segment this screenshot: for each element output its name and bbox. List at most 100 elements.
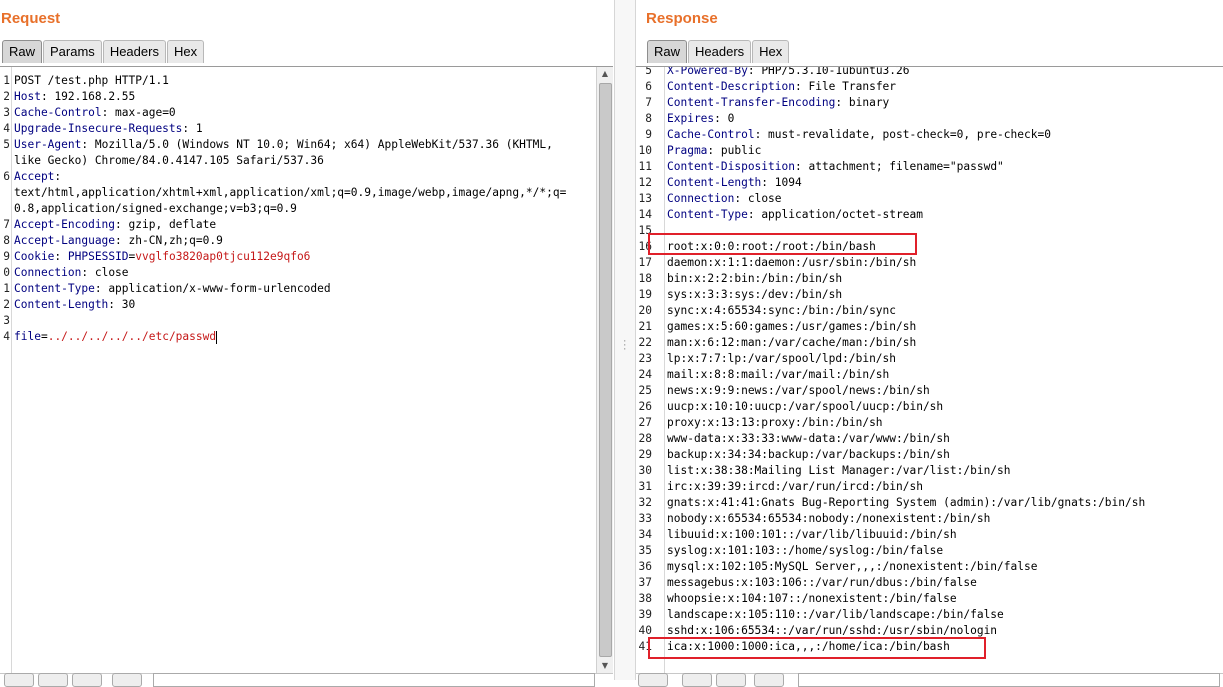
line-content: proxy:x:13:13:proxy:/bin:/bin/sh (667, 415, 883, 431)
help-button[interactable] (4, 673, 34, 687)
code-line: 8 Expires: 0 (636, 111, 1205, 127)
code-line: 31 irc:x:39:39:ircd:/var/run/ircd:/bin/sh (636, 479, 1205, 495)
line-content: Accept-Language: zh-CN,zh;q=0.9 (14, 233, 223, 249)
response-title: Response (646, 10, 718, 27)
header-value: public (714, 144, 762, 157)
line-content: 0.8,application/signed-exchange;v=b3;q=0… (14, 201, 297, 217)
header-value: attachment; filename="passwd" (801, 160, 1004, 173)
previous-button[interactable] (682, 673, 712, 687)
code-line: 25 news:x:9:9:news:/var/spool/news:/bin/s… (636, 383, 1205, 399)
line-content: User-Agent: Mozilla/5.0 (Windows NT 10.0… (14, 137, 553, 153)
header-name: Content-Length (14, 298, 109, 311)
help-button[interactable] (638, 673, 668, 687)
tab-hex[interactable]: Hex (166, 40, 205, 63)
response-panel: Response Raw Headers Hex 5 X-Powered-By: PH… (636, 0, 1223, 687)
code-line: 34 libuuid:x:100:101::/var/lib/libuuid:/b… (636, 527, 1205, 543)
header-value: PHP/5.3.10-1ubuntu3.26 (754, 66, 910, 77)
line-number: 22 (638, 336, 652, 349)
next-button[interactable] (754, 673, 784, 687)
response-tabs: Raw Headers Hex (647, 40, 790, 64)
previous-button[interactable] (38, 673, 68, 687)
header-value (61, 250, 68, 263)
line-number: 7 (3, 218, 10, 231)
line-number: 23 (638, 352, 652, 365)
scroll-up-icon[interactable]: ▲ (597, 67, 613, 81)
line-content: Host: 192.168.2.55 (14, 89, 135, 105)
request-editor[interactable]: 1 POST /test.php HTTP/1.1 2 Host: 192.168.2… (0, 66, 613, 674)
line-content: text/html,application/xhtml+xml,applicat… (14, 185, 566, 201)
line-content: news:x:9:9:news:/var/spool/news:/bin/sh (667, 383, 930, 399)
response-search-input[interactable] (798, 673, 1220, 687)
line-number: 14 (638, 208, 652, 221)
split-pane-divider[interactable]: · · · (614, 0, 636, 680)
response-editor[interactable]: 5 X-Powered-By: PHP/5.3.10-1ubuntu3.26 6 Co… (636, 66, 1223, 674)
line-text: like Gecko) Chrome/84.0.4147.105 Safari/… (14, 154, 324, 167)
line-number: 1 (3, 282, 10, 295)
code-line: 18 bin:x:2:2:bin:/bin:/bin/sh (636, 271, 1205, 287)
header-name: Cache-Control (14, 106, 102, 119)
highlight-box-root (648, 233, 917, 255)
line-number: 30 (638, 464, 652, 477)
header-colon: : (54, 170, 62, 183)
line-text: 0.8,application/signed-exchange;v=b3;q=0… (14, 202, 297, 215)
code-line: 6 Content-Description: File Transfer (636, 79, 1205, 95)
line-content: Cache-Control: max-age=0 (14, 105, 176, 121)
line-text: mysql:x:102:105:MySQL Server,,,:/nonexis… (667, 560, 1038, 573)
line-number: 8 (3, 234, 10, 247)
code-line: 7 Content-Transfer-Encoding: binary (636, 95, 1205, 111)
line-number: 21 (638, 320, 652, 333)
line-number: 4 (3, 122, 10, 135)
code-line: 11 Content-Disposition: attachment; filen… (636, 159, 1205, 175)
line-number: 32 (638, 496, 652, 509)
tab-hex[interactable]: Hex (752, 40, 790, 63)
request-search-input[interactable] (153, 673, 595, 687)
response-lines: 5 X-Powered-By: PHP/5.3.10-1ubuntu3.26 6 Co… (636, 66, 1205, 655)
line-text: gnats:x:41:41:Gnats Bug-Reporting System… (667, 496, 1146, 509)
code-line: 27 proxy:x:13:13:proxy:/bin:/bin/sh (636, 415, 1205, 431)
header-value: File Transfer (801, 80, 897, 93)
request-scrollbar[interactable]: ▲ ▼ (596, 67, 613, 673)
tab-params[interactable]: Params (43, 40, 102, 63)
header-name: Content-Transfer-Encoding (667, 96, 836, 109)
next-button[interactable] (112, 673, 142, 687)
line-text: lp:x:7:7:lp:/var/spool/lpd:/bin/sh (667, 352, 897, 365)
code-line: 2 Host: 192.168.2.55 (0, 89, 595, 105)
tab-raw[interactable]: Raw (647, 40, 688, 63)
header-colon: : (115, 234, 122, 247)
line-text: landscape:x:105:110::/var/lib/landscape:… (667, 608, 1004, 621)
scroll-down-icon[interactable]: ▼ (597, 659, 613, 673)
request-scroll-thumb[interactable] (599, 83, 612, 657)
line-content: backup:x:34:34:backup:/var/backups:/bin/… (667, 447, 950, 463)
header-value: application/x-www-form-urlencoded (101, 282, 331, 295)
code-line: 12 Content-Length: 1094 (636, 175, 1205, 191)
line-text: uucp:x:10:10:uucp:/var/spool/uucp:/bin/s… (667, 400, 944, 413)
tab-headers[interactable]: Headers (102, 40, 166, 63)
line-number: 26 (638, 400, 652, 413)
code-line: 5 User-Agent: Mozilla/5.0 (Windows NT 10.… (0, 137, 595, 153)
header-value: 30 (115, 298, 136, 311)
line-content: syslog:x:101:103::/home/syslog:/bin/fals… (667, 543, 943, 559)
line-number: 18 (638, 272, 652, 285)
line-number: 33 (638, 512, 652, 525)
line-number: 3 (3, 106, 10, 119)
code-line: 6 Accept: (0, 169, 595, 185)
add-button[interactable] (716, 673, 746, 687)
code-line: 33 nobody:x:65534:65534:nobody:/nonexiste… (636, 511, 1205, 527)
code-line: 14 Content-Type: application/octet-stream (636, 207, 1205, 223)
code-line: 5 X-Powered-By: PHP/5.3.10-1ubuntu3.26 (636, 66, 1205, 79)
line-content: Content-Length: 30 (14, 297, 135, 313)
add-button[interactable] (72, 673, 102, 687)
code-line: 7 Accept-Encoding: gzip, deflate (0, 217, 595, 233)
request-panel: Request Raw Params Headers Hex 1 POST /test.… (0, 0, 614, 687)
header-name: Accept-Language (14, 234, 116, 247)
header-value: application/octet-stream (754, 208, 923, 221)
line-content: nobody:x:65534:65534:nobody:/nonexistent… (667, 511, 990, 527)
code-line: 36 mysql:x:102:105:MySQL Server,,,:/nonex… (636, 559, 1205, 575)
tab-headers[interactable]: Headers (688, 40, 752, 63)
code-line: like Gecko) Chrome/84.0.4147.105 Safari/… (0, 153, 595, 169)
tab-raw[interactable]: Raw (2, 40, 43, 63)
code-line: 24 mail:x:8:8:mail:/var/mail:/bin/sh (636, 367, 1205, 383)
code-line: 3 Cache-Control: max-age=0 (0, 105, 595, 121)
code-line: 29 backup:x:34:34:backup:/var/backups:/bi… (636, 447, 1205, 463)
line-content: Accept: (14, 169, 61, 185)
